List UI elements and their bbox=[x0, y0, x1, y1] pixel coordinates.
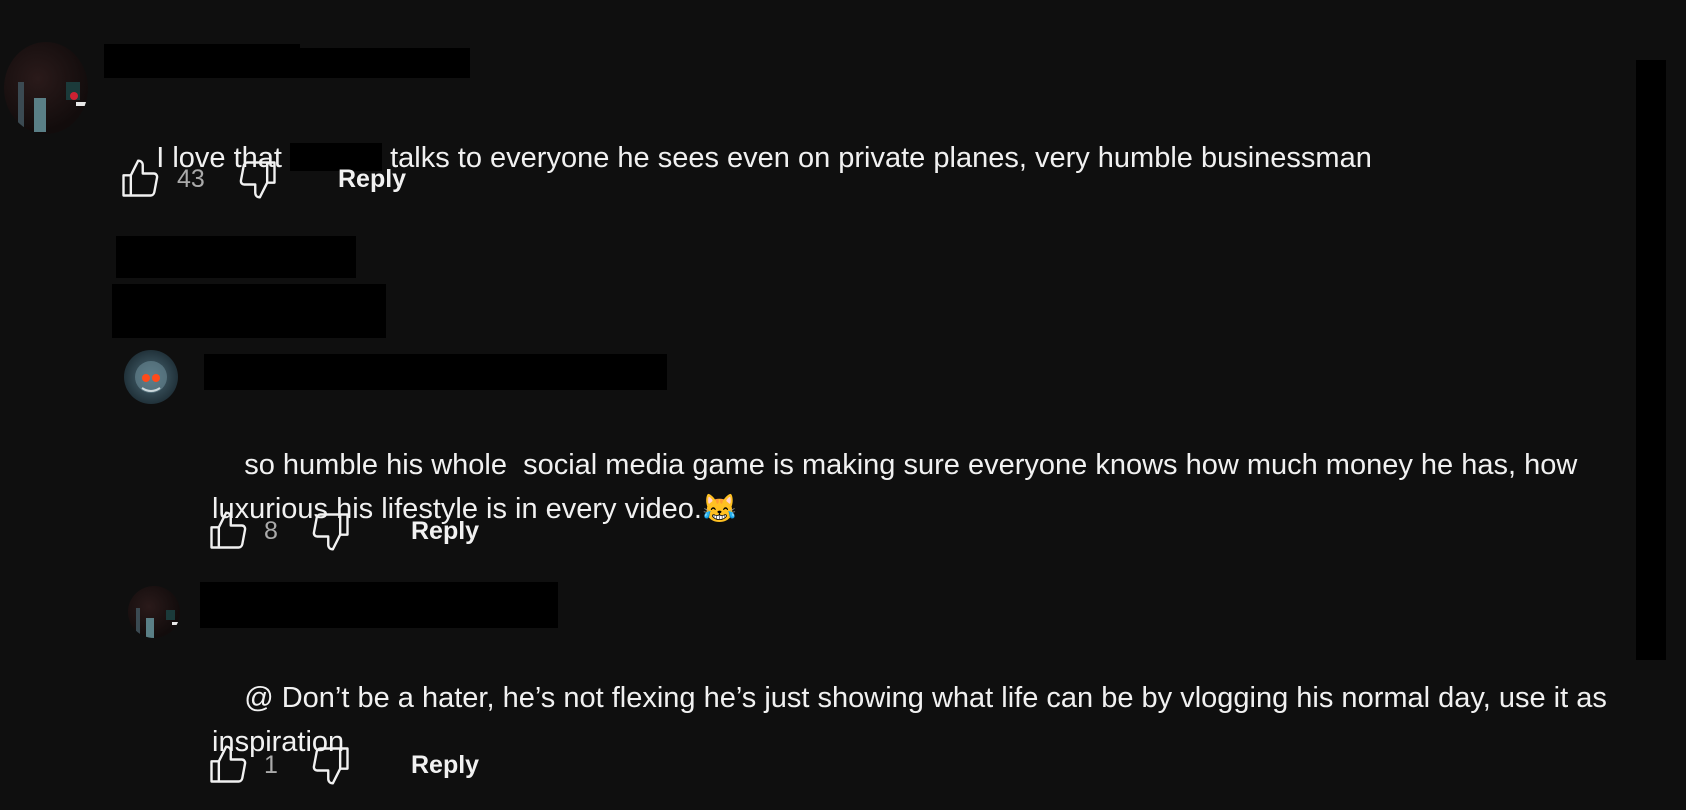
scrollbar[interactable] bbox=[1636, 60, 1666, 660]
thumbs-down-icon bbox=[312, 747, 349, 785]
comment-author-avatar[interactable] bbox=[4, 42, 88, 134]
replies-toggle-redacted[interactable] bbox=[116, 236, 356, 278]
reply-text-body: @ Don’t be a hater, he’s not flexing he’… bbox=[212, 682, 1615, 758]
like-button[interactable] bbox=[206, 743, 250, 787]
crying-laughing-cat-emoji: 😹 bbox=[701, 493, 737, 524]
reply-text-body: so humble his whole social media game is… bbox=[212, 449, 1586, 525]
reply-author-name-redacted bbox=[204, 354, 667, 390]
reply-author-name-redacted bbox=[200, 582, 558, 628]
reply-author-avatar[interactable] bbox=[124, 350, 178, 404]
thumbs-up-icon bbox=[210, 511, 247, 549]
dislike-button[interactable] bbox=[236, 157, 280, 201]
thumbs-down-icon bbox=[312, 513, 349, 551]
reply-button[interactable]: Reply bbox=[411, 750, 479, 780]
reply-author-avatar[interactable] bbox=[128, 586, 180, 638]
reply-text: so humble his whole social media game is… bbox=[212, 399, 1612, 575]
dislike-button[interactable] bbox=[309, 743, 353, 787]
comment-text: I love that talks to everyone he sees ev… bbox=[124, 92, 1604, 224]
dislike-button[interactable] bbox=[309, 509, 353, 553]
reply-text: @ Don’t be a hater, he’s not flexing he’… bbox=[212, 632, 1612, 808]
reply-button[interactable]: Reply bbox=[411, 516, 479, 546]
like-count: 1 bbox=[264, 751, 278, 779]
thumbs-up-icon bbox=[122, 159, 159, 197]
comment-text-part-2: talks to everyone he sees even on privat… bbox=[382, 142, 1372, 174]
thumbs-down-icon bbox=[239, 161, 276, 199]
sort-replies-redacted[interactable] bbox=[112, 284, 386, 338]
like-count: 43 bbox=[177, 165, 205, 193]
comment-author-name-redacted bbox=[104, 44, 300, 78]
comments-page: I love that talks to everyone he sees ev… bbox=[0, 0, 1686, 810]
like-button[interactable] bbox=[206, 509, 250, 553]
reply-button[interactable]: Reply bbox=[338, 164, 406, 194]
comment-timestamp-redacted bbox=[296, 48, 470, 78]
like-count: 8 bbox=[264, 517, 278, 545]
thumbs-up-icon bbox=[210, 745, 247, 783]
like-button[interactable] bbox=[118, 157, 162, 201]
